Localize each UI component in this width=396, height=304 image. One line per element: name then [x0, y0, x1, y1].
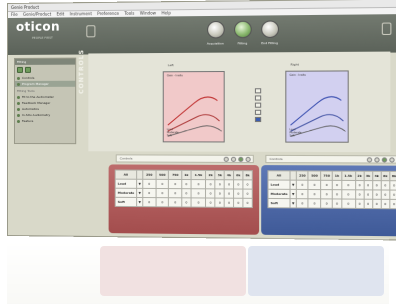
menu-help[interactable]: Help	[161, 10, 170, 15]
right-controls-strip: Controls	[265, 154, 396, 164]
menu-genie-product[interactable]: Genie/Product	[23, 12, 51, 17]
stage: Genie Product File Genie/Product Edit In…	[0, 0, 396, 304]
left-strip-buttons	[223, 156, 251, 162]
menu-tools[interactable]: Tools	[124, 11, 134, 16]
app-window: Genie Product File Genie/Product Edit In…	[7, 0, 396, 241]
right-graph-title: Right	[290, 62, 299, 67]
oticon-logo: oticon	[15, 19, 60, 34]
bullet-icon	[16, 95, 20, 99]
curve-icon[interactable]	[254, 102, 262, 108]
right-gain-table: All 250 500 750 1k 1.5k 2k 3k 4k 6k 8k Loud ▼ …	[267, 170, 396, 210]
left-controls-strip: Controls	[115, 154, 254, 164]
pin-left-icon[interactable]	[86, 25, 96, 38]
reflection-left-panel	[100, 246, 246, 296]
left-gain-table-panel: All 250 500 750 1k 1.5k 2k 3k 4k 6k 8k Loud ▼ …	[108, 164, 260, 235]
settings-icon[interactable]	[245, 156, 251, 162]
redo-icon[interactable]	[230, 156, 237, 162]
end-fitting-icon[interactable]	[261, 20, 279, 39]
menu-window[interactable]: Window	[140, 10, 156, 15]
bullet-icon	[16, 119, 20, 123]
menu-preference[interactable]: Preference	[97, 11, 119, 16]
acquisition-icon[interactable]	[207, 20, 225, 39]
sidebar-tool-feature[interactable]: Feature	[15, 118, 75, 124]
bullet-icon	[16, 113, 20, 117]
menu-file[interactable]: File	[11, 12, 18, 17]
tone-icon[interactable]	[254, 109, 262, 115]
zoom-icon[interactable]	[254, 88, 262, 94]
undo-icon[interactable]	[223, 156, 229, 162]
link-icon[interactable]	[381, 157, 388, 163]
table-corner[interactable]: All	[115, 170, 137, 180]
controls-vertical-label: CONTROLS	[78, 48, 86, 94]
link-icon[interactable]	[238, 156, 244, 162]
table-row-soft: Soft ▼ 00 00 00 00 00	[267, 198, 396, 209]
fitting-icon[interactable]	[234, 20, 252, 39]
bullet-icon	[16, 101, 20, 105]
controls-icon[interactable]	[16, 66, 23, 73]
bullet-icon	[16, 76, 20, 80]
logo-tagline: PEOPLE FIRST	[31, 35, 53, 40]
right-gain-graph[interactable]: Gain - Insitu Loud Moderate Soft	[285, 70, 349, 143]
view-icon[interactable]	[254, 95, 262, 101]
app-header: oticon PEOPLE FIRST Acquisition Fitting …	[7, 14, 396, 55]
menu-instrument[interactable]: Instrument	[70, 11, 92, 16]
graph-toolbar	[254, 88, 262, 124]
left-graph-legend: Loud Moderate Soft	[166, 128, 179, 138]
binaural-icon[interactable]	[254, 116, 262, 123]
left-graph-title: Left	[167, 63, 174, 68]
settings-icon[interactable]	[389, 157, 395, 163]
sidebar-icons	[15, 65, 75, 75]
left-gain-graph[interactable]: Gain - Insitu Loud Moderate Soft	[162, 70, 225, 143]
reflection-right-panel	[248, 246, 384, 296]
right-gain-table-panel: All 250 500 750 1k 1.5k 2k 3k 4k 6k 8k Loud ▼ …	[261, 165, 396, 237]
pin-right-icon[interactable]	[381, 22, 392, 36]
right-strip-buttons	[366, 157, 395, 163]
left-gain-table: All 250 500 750 1k 1.5k 2k 3k 4k 6k 8k Loud ▼ …	[114, 169, 253, 209]
undo-icon[interactable]	[366, 157, 373, 163]
task-sidebar: Fitting Controls Program Manager Fitting…	[13, 57, 77, 145]
redo-icon[interactable]	[374, 157, 380, 163]
bullet-icon	[16, 82, 20, 86]
table-row-soft: Soft ▼ 00 00 00 00 00	[115, 197, 253, 208]
step-end-fitting-label: End Fitting	[261, 40, 278, 46]
menu-edit[interactable]: Edit	[57, 11, 65, 16]
left-graph-caption: Gain - Insitu	[166, 74, 184, 78]
bullet-icon	[16, 107, 20, 111]
table-corner[interactable]: All	[267, 170, 291, 181]
right-graph-caption: Gain - Insitu	[289, 73, 307, 77]
right-graph-legend: Loud Moderate Soft	[289, 128, 302, 138]
sidebar-item-program-manager[interactable]: Program Manager	[14, 80, 76, 87]
program-icon[interactable]	[24, 66, 31, 73]
window-reflection	[7, 238, 389, 304]
